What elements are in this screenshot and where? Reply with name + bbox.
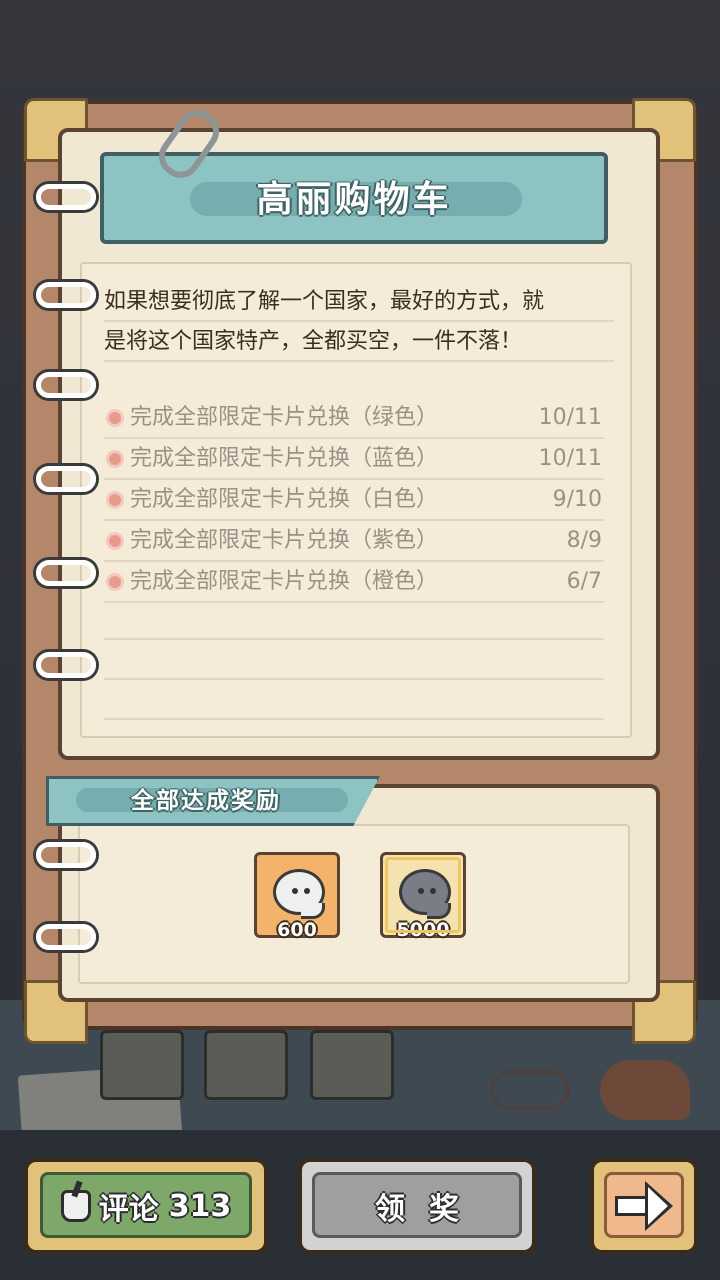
claim-reward-button[interactable]: 领奖 (298, 1158, 536, 1254)
task-label: 完成全部限定卡片兑换（橙色） (130, 569, 439, 594)
bubble-tail (427, 903, 451, 919)
binder-ring-icon (36, 466, 96, 492)
page-title: 高丽购物车 (256, 179, 452, 220)
task-progress: 6/7 (566, 569, 602, 594)
comment-label: 评论 (98, 1192, 159, 1227)
reward-amount: 600 (277, 919, 317, 941)
desk-tile (100, 1030, 184, 1100)
next-button-content (594, 1162, 694, 1250)
task-label: 完成全部限定卡片兑换（白色） (130, 487, 439, 512)
binder-ring-icon (36, 560, 96, 586)
eye (418, 888, 424, 894)
task-progress: 10/11 (538, 405, 602, 430)
reward-amount: 5000 (396, 919, 450, 941)
binder-ring-icon (36, 184, 96, 210)
task-list: 完成全部限定卡片兑换（绿色） 10/11 完成全部限定卡片兑换（蓝色） 10/1… (104, 398, 604, 603)
task-label: 完成全部限定卡片兑换（绿色） (130, 405, 439, 430)
binder-ring-icon (36, 282, 96, 308)
ink-pen-icon (60, 1190, 91, 1222)
bubble-tail (301, 903, 325, 919)
comment-button[interactable]: 评论 313 (24, 1158, 268, 1254)
claim-label: 领奖 (375, 1192, 483, 1227)
arrow-right-icon (611, 1181, 677, 1231)
task-progress: 9/10 (552, 487, 602, 512)
ruled-line (104, 600, 604, 640)
bullet-icon (106, 573, 124, 591)
reward-item[interactable]: 600 (254, 852, 340, 941)
comment-count: 313 (168, 1188, 232, 1224)
ruled-line (104, 680, 604, 720)
task-row: 完成全部限定卡片兑换（绿色） 10/11 (104, 398, 604, 439)
comment-button-content: 评论 313 (28, 1162, 264, 1250)
pipe-icon (600, 1060, 690, 1120)
bullet-icon (106, 450, 124, 468)
bullet-icon (106, 532, 124, 550)
binder-ring-icon (36, 842, 96, 868)
binder-ring-icon (36, 652, 96, 678)
bullet-icon (106, 491, 124, 509)
task-row: 完成全部限定卡片兑换（橙色） 6/7 (104, 562, 604, 603)
reward-body (78, 824, 630, 984)
desk-decoration (17, 1030, 710, 1146)
task-row: 完成全部限定卡片兑换（紫色） 8/9 (104, 521, 604, 562)
task-row: 完成全部限定卡片兑换（白色） 9/10 (104, 480, 604, 521)
claim-button-content: 领奖 (302, 1162, 532, 1250)
binder-ring-icon (36, 372, 96, 398)
reward-item[interactable]: 5000 (380, 852, 466, 941)
task-progress: 10/11 (538, 446, 602, 471)
desk-tile (310, 1030, 394, 1100)
reward-title: 全部达成奖励 (131, 788, 281, 814)
task-row: 完成全部限定卡片兑换（蓝色） 10/11 (104, 439, 604, 480)
ruled-line (104, 640, 604, 680)
task-label: 完成全部限定卡片兑换（蓝色） (130, 446, 439, 471)
arrow-head-fill (648, 1187, 668, 1225)
key-icon (490, 1070, 570, 1110)
binder-ring-icon (36, 924, 96, 950)
next-button[interactable] (590, 1158, 698, 1254)
gray-speech-bubble-icon (399, 869, 451, 915)
eye (430, 888, 436, 894)
description-line: 是将这个国家特产，全都买空，一件不落！ (104, 322, 614, 362)
ruled-lines (104, 600, 604, 720)
task-progress: 8/9 (566, 528, 602, 553)
eye (304, 888, 310, 894)
description: 如果想要彻底了解一个国家，最好的方式，就 是将这个国家特产，全都买空，一件不落！ (104, 282, 614, 362)
desk-tile (204, 1030, 288, 1100)
task-label: 完成全部限定卡片兑换（紫色） (130, 528, 439, 553)
bullet-icon (106, 409, 124, 427)
description-line: 如果想要彻底了解一个国家，最好的方式，就 (104, 282, 614, 322)
eye (292, 888, 298, 894)
